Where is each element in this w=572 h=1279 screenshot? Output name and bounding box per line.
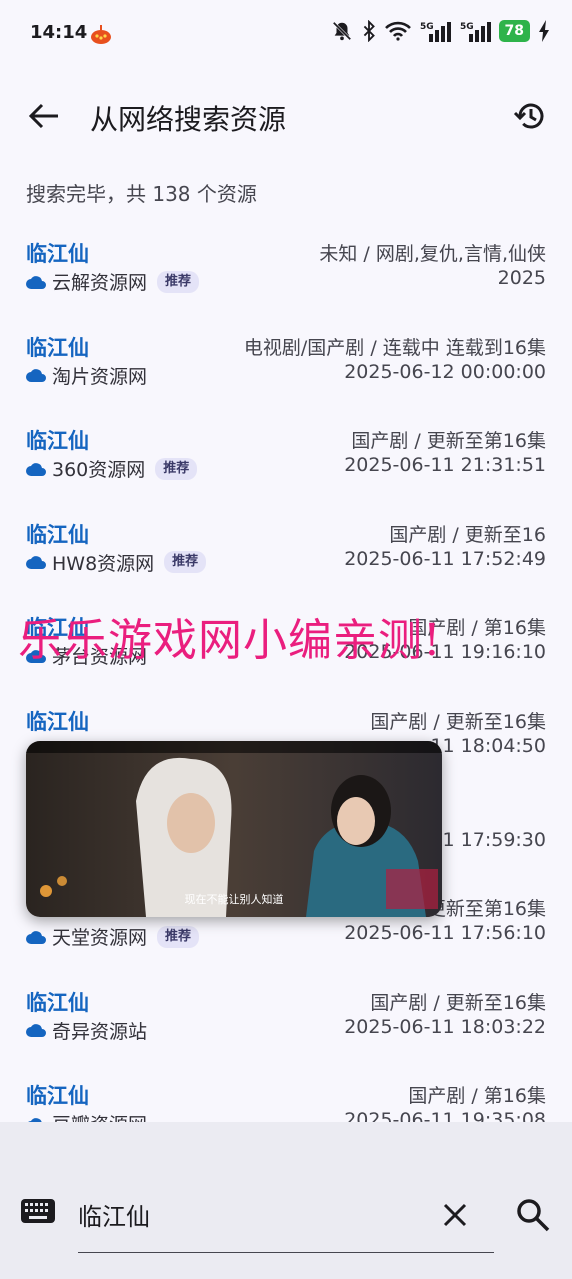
signal-5g-icon: 5G xyxy=(420,22,451,42)
status-time: 14:14 xyxy=(30,22,88,43)
result-source-name: 云解资源网 xyxy=(52,272,148,294)
keyboard-icon[interactable] xyxy=(20,1196,56,1226)
search-input[interactable]: 临江仙 xyxy=(78,1178,494,1253)
result-meta: 未知 / 网剧,复仇,言情,仙侠 xyxy=(319,243,546,265)
video-subtitle: 现在不能让别人知道 xyxy=(184,893,284,906)
cloud-icon xyxy=(26,462,46,476)
close-icon[interactable] xyxy=(440,1200,470,1230)
result-meta: 更新至第16集 xyxy=(426,898,546,921)
app-bar: 从网络搜索资源 xyxy=(0,84,572,148)
result-title: 临江仙 xyxy=(26,709,89,734)
result-date: 2025-06-12 00:00:00 xyxy=(344,360,546,383)
result-meta: 国产剧 / 更新至16集 xyxy=(370,710,546,733)
result-date: 2025-06-11 17:56:10 xyxy=(344,922,546,945)
app-notification-icon xyxy=(91,25,111,44)
result-source-name: HW8资源网 xyxy=(52,552,155,575)
result-title: 临江仙 xyxy=(26,990,89,1015)
history-icon xyxy=(513,103,544,129)
recommend-badge: 推荐 xyxy=(164,551,207,574)
wifi-icon xyxy=(384,21,411,41)
result-date: 2025-06-11 17:52:49 xyxy=(344,547,546,570)
result-date: 11 18:04:50 xyxy=(430,734,546,757)
back-button[interactable] xyxy=(22,96,66,136)
result-item[interactable]: 临江仙 淘片资源网 电视剧/国产剧 / 连载中 连载到16集 2025-06-1… xyxy=(0,324,572,418)
result-title: 临江仙 xyxy=(26,335,89,360)
search-input-value: 临江仙 xyxy=(78,1203,150,1231)
result-item[interactable]: 临江仙 HW8资源网 推荐 国产剧 / 更新至16 2025-06-11 17:… xyxy=(0,511,572,605)
bluetooth-icon xyxy=(363,20,375,42)
result-source: 奇异资源站 xyxy=(26,1017,147,1044)
result-source: 天堂资源网 推荐 xyxy=(26,923,200,950)
result-date: 11 17:59:30 xyxy=(430,828,546,851)
status-bar: 14:14 5G 5G 78 xyxy=(0,0,572,68)
result-source: 360资源网 推荐 xyxy=(26,455,198,482)
cloud-icon xyxy=(26,369,46,383)
results-list: 临江仙 云解资源网 推荐 未知 / 网剧,复仇,言情,仙侠 2025 临江仙 淘… xyxy=(0,230,572,1166)
result-source: 淘片资源网 xyxy=(26,362,147,389)
pip-video-player[interactable]: 现在不能让别人知道 xyxy=(26,741,442,917)
result-date: 2025-06-11 21:31:51 xyxy=(344,454,546,477)
result-meta: 国产剧 / 更新至16集 xyxy=(370,991,546,1014)
mute-bell-icon xyxy=(332,21,351,41)
result-source-name: 奇异资源站 xyxy=(52,1020,148,1043)
search-bar: 临江仙 xyxy=(0,1122,572,1279)
cloud-icon xyxy=(26,1024,46,1038)
status-icons: 5G 5G 78 xyxy=(331,20,550,42)
result-item[interactable]: 临江仙 360资源网 推荐 国产剧 / 更新至第16集 2025-06-11 2… xyxy=(0,417,572,511)
cloud-icon xyxy=(26,930,46,944)
recommend-badge: 推荐 xyxy=(157,925,200,948)
result-meta: 国产剧 / 第16集 xyxy=(408,1085,546,1108)
cloud-icon xyxy=(26,556,46,570)
cloud-icon xyxy=(26,275,46,289)
charging-icon xyxy=(539,20,549,42)
signal-label: 5G xyxy=(460,22,474,32)
result-date: 2025-06-11 18:03:22 xyxy=(344,1015,546,1038)
result-source: HW8资源网 推荐 xyxy=(26,549,207,576)
result-source-name: 天堂资源网 xyxy=(52,927,148,950)
search-icon[interactable] xyxy=(516,1198,550,1232)
signal-label: 5G xyxy=(420,22,434,32)
history-button[interactable] xyxy=(508,94,552,138)
result-title: 临江仙 xyxy=(26,429,89,454)
result-item[interactable]: 临江仙 奇异资源站 国产剧 / 更新至16集 2025-06-11 18:03:… xyxy=(0,979,572,1073)
result-source-name: 淘片资源网 xyxy=(52,365,148,388)
result-title: 临江仙 xyxy=(26,242,89,266)
result-date: 2025 xyxy=(497,267,546,289)
result-source-name: 360资源网 xyxy=(52,459,146,482)
result-item[interactable]: 临江仙 云解资源网 推荐 未知 / 网剧,复仇,言情,仙侠 2025 xyxy=(0,230,572,324)
recommend-badge: 推荐 xyxy=(155,457,198,480)
result-meta: 电视剧/国产剧 / 连载中 连载到16集 xyxy=(243,336,546,359)
signal-5g-icon: 5G xyxy=(460,22,491,42)
watermark: 乐乐游戏网小编亲测! xyxy=(18,615,442,666)
page-title: 从网络搜索资源 xyxy=(90,103,287,136)
result-title: 临江仙 xyxy=(26,1084,89,1109)
result-source: 云解资源网 推荐 xyxy=(26,268,200,295)
recommend-badge: 推荐 xyxy=(157,270,200,293)
result-meta: 国产剧 / 更新至16 xyxy=(389,523,546,546)
search-summary: 搜索完毕，共 138 个资源 xyxy=(26,182,257,206)
arrow-left-icon xyxy=(28,103,58,129)
battery-icon: 78 xyxy=(498,20,530,42)
result-title: 临江仙 xyxy=(26,522,89,547)
result-meta: 国产剧 / 更新至第16集 xyxy=(351,430,546,453)
